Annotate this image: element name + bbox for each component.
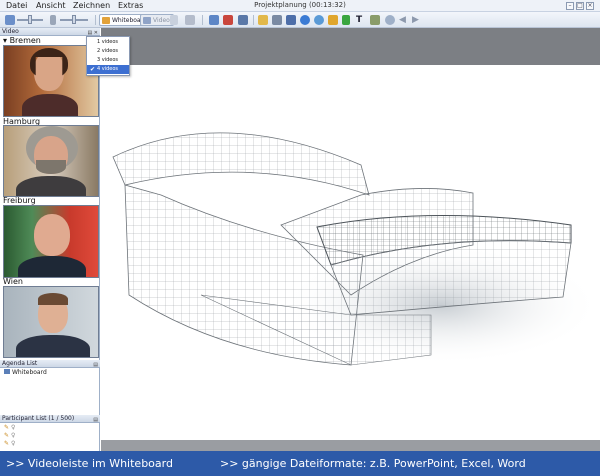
agenda-panel-header: Agenda List ▤ xyxy=(0,360,100,368)
menu-bar: Datei Ansicht Zeichnen Extras Projektpla… xyxy=(0,0,600,12)
pen-icon: ✎ xyxy=(4,424,10,431)
person-body xyxy=(22,94,78,116)
magnifier-icon[interactable] xyxy=(385,15,395,25)
zoom-icon[interactable] xyxy=(300,15,310,25)
refresh-icon[interactable] xyxy=(314,15,324,25)
close-icon[interactable]: × xyxy=(586,2,594,10)
arrow-right-icon[interactable]: ▶ xyxy=(412,15,422,25)
whiteboard-frame-top xyxy=(101,28,600,65)
dropdown-option-3-videos[interactable]: 3 videos xyxy=(87,56,129,65)
maximize-icon[interactable]: □ xyxy=(576,2,584,10)
person-body xyxy=(18,256,86,277)
video-feed-wien[interactable] xyxy=(3,286,99,358)
dropdown-selected-label: 4 videos xyxy=(97,66,119,72)
participant-row[interactable]: ✎ ♀ xyxy=(4,424,15,431)
sidebar: Video ▤ ✕ ▾ Bremen Hamburg Freiburg Wien… xyxy=(0,28,100,451)
video-button[interactable]: Video xyxy=(140,14,174,26)
record-icon[interactable] xyxy=(223,15,233,25)
video-label: Video xyxy=(153,17,170,24)
check-icon[interactable] xyxy=(342,15,350,25)
site-label-bremen: ▾ Bremen xyxy=(3,36,41,45)
microphone-icon: ♀ xyxy=(10,440,16,447)
person-beard xyxy=(36,160,66,174)
save-icon[interactable] xyxy=(286,15,296,25)
building-drawing xyxy=(112,132,600,366)
window-icon[interactable] xyxy=(238,15,248,25)
toolbar: Whiteboard Video T ◀ ▶ xyxy=(0,12,600,28)
whiteboard-icon xyxy=(4,369,10,374)
caption-left: >> Videoleiste im Whiteboard xyxy=(6,457,173,470)
video-panel-header: Video ▤ ✕ xyxy=(0,28,100,36)
screen-icon[interactable] xyxy=(185,15,195,25)
person-head xyxy=(34,214,70,256)
layers-icon[interactable] xyxy=(370,15,380,25)
check-icon: ✔ xyxy=(90,66,96,73)
pen-icon: ✎ xyxy=(4,440,10,447)
video-icon xyxy=(143,17,151,24)
whiteboard-frame-bottom xyxy=(101,440,600,451)
panel-options-icon[interactable]: ▤ xyxy=(93,416,98,424)
video-dropdown-arrow-icon[interactable] xyxy=(170,15,178,25)
participant-row[interactable]: ✎ ♀ xyxy=(4,440,15,447)
person-body xyxy=(16,335,90,357)
print-icon[interactable] xyxy=(272,15,282,25)
video-feed-hamburg[interactable] xyxy=(3,125,99,197)
agenda-item-label: Whiteboard xyxy=(12,369,47,376)
volume-slider-knob[interactable] xyxy=(28,15,32,24)
video-count-dropdown[interactable]: 1 videos 2 videos 3 videos ✔ 4 videos xyxy=(86,36,130,76)
microphone-icon[interactable] xyxy=(50,15,56,25)
arrow-left-icon[interactable]: ◀ xyxy=(399,15,409,25)
agenda-item-whiteboard[interactable]: Whiteboard xyxy=(4,369,47,376)
folder-icon[interactable] xyxy=(258,15,268,25)
dropdown-option-4-videos[interactable]: ✔ 4 videos xyxy=(87,65,129,74)
speaker-icon[interactable] xyxy=(5,15,15,25)
whiteboard-canvas[interactable] xyxy=(101,65,600,440)
whiteboard-icon xyxy=(102,17,110,24)
toolbar-separator xyxy=(202,15,203,25)
window-title: Projektplanung (00:13:32) xyxy=(254,1,346,9)
caption-bar: >> Videoleiste im Whiteboard >> gängige … xyxy=(0,451,600,476)
dropdown-option-2-videos[interactable]: 2 videos xyxy=(87,47,129,56)
participant-row[interactable]: ✎ ♀ xyxy=(4,432,15,439)
dropdown-option-1-videos[interactable]: 1 videos xyxy=(87,38,129,47)
toolbar-separator xyxy=(95,15,96,25)
pen-icon[interactable] xyxy=(328,15,338,25)
minimize-icon[interactable]: – xyxy=(566,2,574,10)
caption-right: >> gängige Dateiformate: z.B. PowerPoint… xyxy=(220,457,526,470)
panel-options-icon[interactable]: ▤ xyxy=(93,361,98,369)
participant-panel-header: Participant List (1 / 500) ▤ xyxy=(0,415,100,423)
text-icon[interactable]: T xyxy=(356,15,366,25)
mic-slider-knob[interactable] xyxy=(72,15,76,24)
site-label-freiburg: Freiburg xyxy=(3,196,36,205)
toolbar-separator xyxy=(253,15,254,25)
video-feed-freiburg[interactable] xyxy=(3,205,99,278)
pen-icon: ✎ xyxy=(4,432,10,439)
video-feed-bremen[interactable] xyxy=(3,45,99,117)
person-hair xyxy=(38,293,68,305)
share-icon[interactable] xyxy=(209,15,219,25)
site-name: Bremen xyxy=(9,36,41,45)
building-roof-curved xyxy=(112,132,370,196)
video-panel-title: Video xyxy=(2,28,19,35)
microphone-icon: ♀ xyxy=(10,432,16,439)
participant-panel-title: Participant List (1 / 500) xyxy=(2,415,75,422)
agenda-panel-title: Agenda List xyxy=(2,360,38,367)
microphone-icon: ♀ xyxy=(10,424,16,431)
site-label-wien: Wien xyxy=(3,277,23,286)
person-body xyxy=(16,176,86,196)
